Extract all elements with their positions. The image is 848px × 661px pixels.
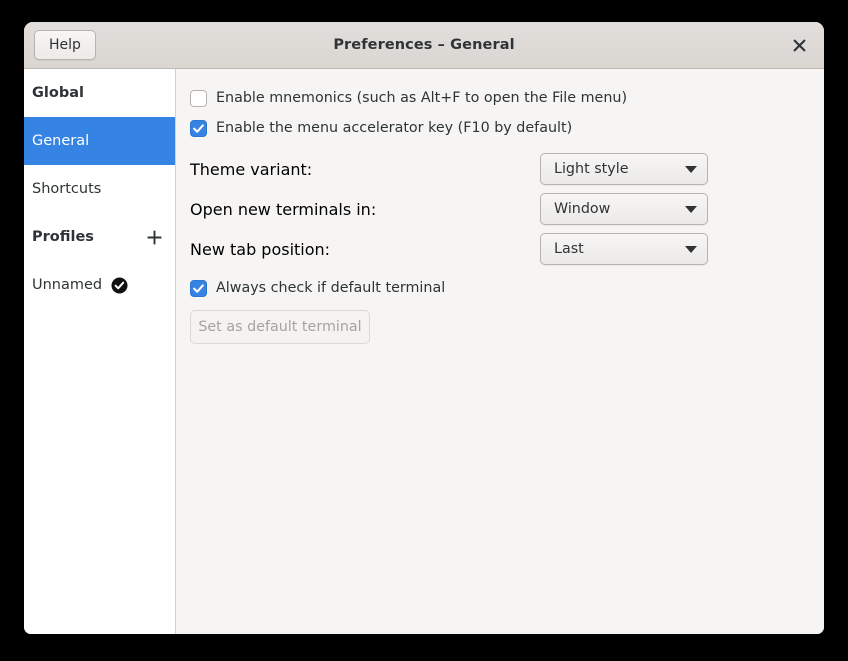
setting-row-always-check-default-terminal: Always check if default terminal — [190, 273, 824, 303]
sidebar-group-label: Profiles — [32, 229, 94, 245]
theme-variant-dropdown[interactable]: Light style — [540, 153, 708, 185]
help-button[interactable]: Help — [34, 30, 96, 60]
always-check-default-terminal-label: Always check if default terminal — [216, 280, 446, 296]
open-new-terminals-in-value: Window — [554, 201, 611, 217]
theme-variant-label: Theme variant: — [190, 159, 313, 179]
chevron-down-icon — [685, 245, 697, 253]
close-icon — [793, 39, 805, 51]
sidebar: Global General Shortcuts Profiles Unname… — [24, 69, 176, 634]
titlebar: Help Preferences – General — [24, 22, 824, 69]
page-title: Preferences – General — [333, 37, 515, 53]
help-button-label: Help — [49, 37, 81, 53]
enable-menu-accelerator-checkbox[interactable] — [190, 119, 207, 137]
sidebar-group-header-profiles: Profiles — [24, 213, 175, 261]
sidebar-group-header-global: Global — [24, 69, 175, 117]
close-window-button[interactable] — [786, 32, 812, 58]
setting-row-new-tab-position: New tab position: Last — [190, 229, 824, 269]
setting-row-menu-accelerator: Enable the menu accelerator key (F10 by … — [190, 113, 824, 143]
plus-icon — [147, 230, 161, 244]
setting-row-open-new-terminals-in: Open new terminals in: Window — [190, 189, 824, 229]
new-tab-position-dropdown[interactable]: Last — [540, 233, 708, 265]
setting-row-theme-variant: Theme variant: Light style — [190, 149, 824, 189]
preferences-window: Help Preferences – General Global Genera… — [24, 22, 824, 634]
chevron-down-icon — [685, 205, 697, 213]
open-new-terminals-in-label: Open new terminals in: — [190, 199, 377, 219]
window-body: Global General Shortcuts Profiles Unname… — [24, 69, 824, 634]
general-settings-panel: Enable mnemonics (such as Alt+F to open … — [176, 69, 824, 634]
sidebar-item-label: General — [32, 133, 90, 149]
theme-variant-value: Light style — [554, 161, 629, 177]
chevron-down-icon — [685, 165, 697, 173]
setting-row-mnemonics: Enable mnemonics (such as Alt+F to open … — [190, 83, 824, 113]
enable-mnemonics-checkbox[interactable] — [190, 89, 207, 107]
enable-menu-accelerator-label: Enable the menu accelerator key (F10 by … — [216, 120, 573, 136]
always-check-default-terminal-checkbox[interactable] — [190, 279, 207, 297]
new-tab-position-label: New tab position: — [190, 239, 331, 259]
checkmark-icon — [193, 123, 204, 133]
enable-mnemonics-label: Enable mnemonics (such as Alt+F to open … — [216, 90, 628, 106]
sidebar-item-label: Unnamed — [32, 277, 103, 293]
checkmark-icon — [193, 283, 204, 293]
check-circle-icon — [111, 277, 128, 294]
sidebar-item-unnamed-profile[interactable]: Unnamed — [24, 261, 175, 309]
sidebar-item-label: Shortcuts — [32, 181, 102, 197]
check-circle-icon-glyph — [111, 277, 128, 293]
set-as-default-terminal-label: Set as default terminal — [198, 319, 362, 335]
sidebar-group-label: Global — [32, 85, 84, 101]
sidebar-item-general[interactable]: General — [24, 117, 175, 165]
sidebar-item-shortcuts[interactable]: Shortcuts — [24, 165, 175, 213]
new-tab-position-value: Last — [554, 241, 584, 257]
open-new-terminals-in-dropdown[interactable]: Window — [540, 193, 708, 225]
set-as-default-terminal-button[interactable]: Set as default terminal — [190, 310, 370, 344]
add-profile-button[interactable] — [143, 226, 165, 248]
